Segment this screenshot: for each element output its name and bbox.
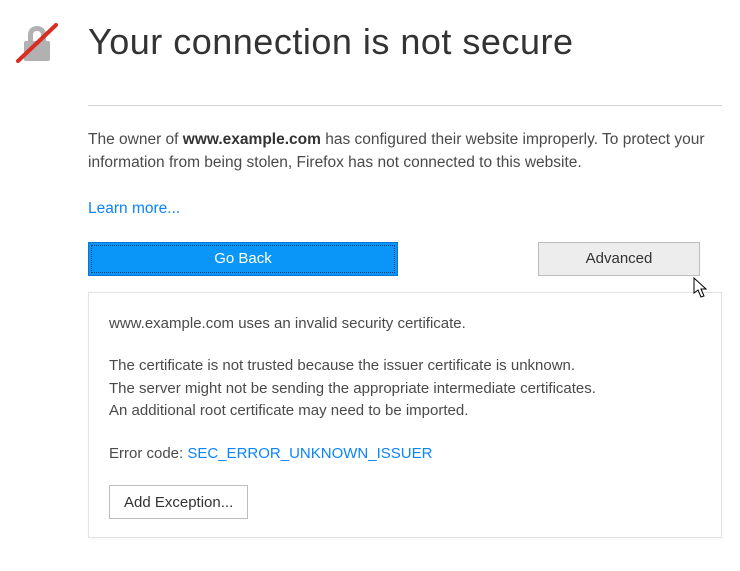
advanced-panel: www.example.com uses an invalid security… (88, 292, 722, 539)
learn-more-link[interactable]: Learn more... (88, 197, 180, 220)
advanced-detail-block: The certificate is not trusted because t… (109, 355, 701, 423)
error-code-line: Error code: SEC_ERROR_UNKNOWN_ISSUER (109, 443, 701, 466)
advanced-line-1: www.example.com uses an invalid security… (109, 313, 701, 336)
add-exception-button[interactable]: Add Exception... (109, 485, 248, 519)
error-code-link[interactable]: SEC_ERROR_UNKNOWN_ISSUER (187, 445, 432, 462)
page-title: Your connection is not secure (88, 15, 722, 83)
advanced-line-4: An additional root certificate may need … (109, 402, 468, 419)
button-row: Go Back Advanced (88, 242, 722, 276)
insecure-lock-icon (14, 54, 60, 71)
desc-domain: www.example.com (183, 131, 321, 148)
desc-prefix: The owner of (88, 131, 183, 148)
advanced-line-2: The certificate is not trusted because t… (109, 357, 575, 374)
error-code-label: Error code: (109, 445, 187, 462)
warning-description: The owner of www.example.com has configu… (88, 128, 722, 175)
advanced-line-3: The server might not be sending the appr… (109, 380, 596, 397)
advanced-button[interactable]: Advanced (538, 242, 700, 276)
go-back-button[interactable]: Go Back (88, 242, 398, 276)
divider (88, 105, 722, 106)
